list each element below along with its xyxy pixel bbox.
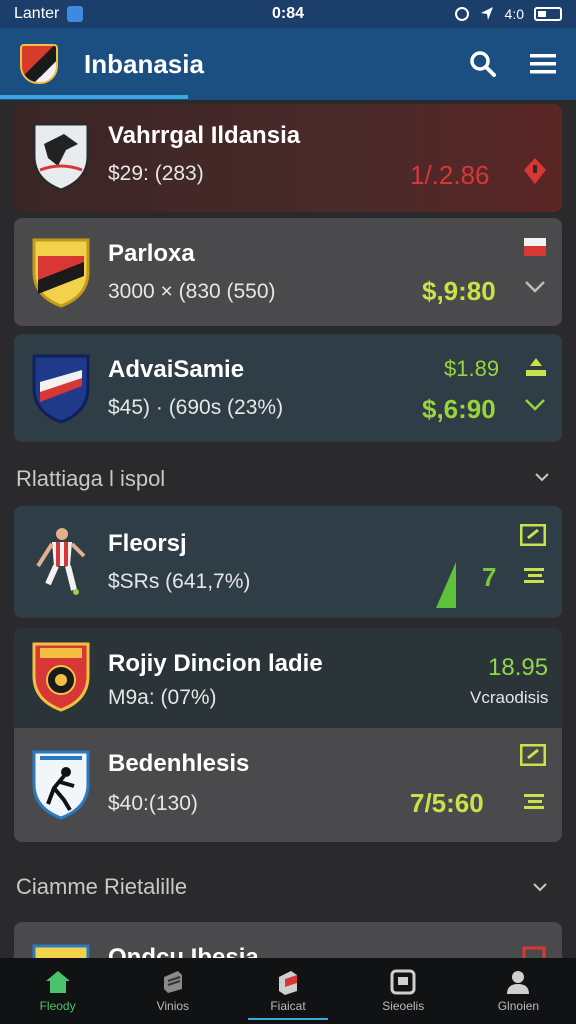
team-odds: $45) · (690s (23%) bbox=[108, 396, 284, 419]
team-odds: M9a: (07%) bbox=[108, 686, 217, 709]
list-item[interactable]: Rojiy Dincion ladie M9a: (07%) 18.95 Vcr… bbox=[14, 628, 562, 728]
box-icon bbox=[279, 971, 297, 995]
team-crest-icon bbox=[32, 750, 90, 820]
nav-label: Glnoien bbox=[497, 999, 540, 1013]
odds-value: $,9:80 bbox=[422, 276, 496, 306]
team-odds: $29: (283) bbox=[108, 162, 204, 185]
odds-value: 7 bbox=[482, 562, 497, 592]
nav-item-profile[interactable]: Glnoien bbox=[461, 958, 576, 1024]
search-button[interactable] bbox=[468, 49, 498, 79]
navigation-arrow-icon bbox=[480, 7, 493, 20]
home-icon bbox=[45, 971, 70, 993]
signal-text: 4:0 bbox=[504, 6, 524, 22]
list-item[interactable]: Bedenhlesis $40:(130) 7/5:60 bbox=[14, 728, 562, 842]
odds-value: $,6:90 bbox=[422, 394, 496, 424]
header-actions bbox=[468, 49, 558, 79]
chevron-down-icon[interactable] bbox=[524, 280, 546, 294]
nav-indicator bbox=[248, 1018, 328, 1020]
status-bar: Lanter 0:84 4:0 bbox=[0, 0, 576, 28]
list-icon[interactable] bbox=[524, 794, 544, 810]
flag-icon[interactable] bbox=[524, 238, 546, 256]
odds-note: Vcraodisis bbox=[470, 688, 549, 707]
bookmark-icon[interactable] bbox=[522, 944, 546, 958]
match-list[interactable]: Vahrrgal Ildansia $29: (283) 1/.2.86 Par… bbox=[0, 100, 576, 958]
window-icon bbox=[390, 969, 416, 995]
carrier-badge-icon bbox=[67, 6, 84, 22]
team-name: Vahrrgal Ildansia bbox=[108, 122, 301, 149]
nav-item-videos[interactable]: Vinios bbox=[115, 958, 230, 1024]
tab-indicator bbox=[0, 95, 188, 99]
team-crest-icon bbox=[32, 642, 90, 712]
chart-up-icon[interactable] bbox=[524, 356, 548, 378]
team-name: Ondcu Ibesia bbox=[108, 944, 259, 958]
edit-icon[interactable] bbox=[520, 744, 546, 766]
player-icon bbox=[36, 528, 86, 595]
team-crest-icon bbox=[32, 944, 90, 958]
search-icon bbox=[470, 51, 496, 77]
trend-up-icon bbox=[436, 562, 456, 608]
carrier: Lanter bbox=[14, 5, 84, 23]
list-item[interactable]: Vahrrgal Ildansia $29: (283) 1/.2.86 bbox=[14, 104, 562, 212]
app-logo bbox=[20, 44, 58, 84]
team-crest-icon bbox=[32, 238, 90, 308]
edit-icon[interactable] bbox=[520, 524, 546, 546]
menu-icon bbox=[530, 54, 556, 74]
player-odds: $SRs (641,7%) bbox=[108, 570, 251, 593]
chevron-down-icon[interactable] bbox=[534, 472, 550, 482]
team-name: AdvaiSamie bbox=[108, 356, 245, 383]
list-item[interactable]: Fleorsj $SRs (641,7%) 7 bbox=[14, 506, 562, 618]
user-icon bbox=[507, 971, 530, 994]
team-name: Rojiy Dincion ladie bbox=[108, 650, 323, 677]
team-crest-icon bbox=[32, 354, 90, 424]
app-title: Inbanasia bbox=[84, 48, 204, 79]
carrier-label: Lanter bbox=[14, 5, 60, 22]
nav-label: Fiaicat bbox=[270, 999, 306, 1013]
chevron-down-icon[interactable] bbox=[524, 398, 546, 412]
nav-item-settings[interactable]: Sieoelis bbox=[346, 958, 461, 1024]
list-item[interactable]: Parloxa 3000 × (830 (550) $,9:80 bbox=[14, 218, 562, 326]
nav-item-home[interactable]: Fleody bbox=[0, 958, 115, 1024]
location-icon bbox=[454, 7, 469, 21]
cube-icon bbox=[163, 971, 182, 993]
nav-item-store[interactable]: Fiaicat bbox=[230, 958, 345, 1024]
section-header[interactable]: Ciamme Rietalille bbox=[16, 874, 187, 900]
team-crest-icon bbox=[32, 122, 90, 192]
list-item[interactable]: Ondcu Ibesia bbox=[14, 922, 562, 958]
battery-icon bbox=[534, 7, 562, 21]
odds-value: 1/.2.86 bbox=[410, 160, 490, 190]
nav-label: Fleody bbox=[39, 999, 76, 1013]
status-icons: 4:0 bbox=[454, 6, 562, 22]
player-name: Fleorsj bbox=[108, 530, 187, 557]
nav-label: Sieoelis bbox=[382, 999, 425, 1013]
list-icon[interactable] bbox=[524, 568, 544, 584]
alert-diamond-icon[interactable] bbox=[522, 156, 548, 186]
nav-label: Vinios bbox=[156, 999, 190, 1013]
odds-value: 7/5:60 bbox=[410, 788, 484, 818]
list-item[interactable]: AdvaiSamie $45) · (690s (23%) $1.89 $,6:… bbox=[14, 334, 562, 442]
team-name: Parloxa bbox=[108, 240, 195, 267]
chevron-down-icon[interactable] bbox=[532, 882, 548, 892]
status-time: 0:84 bbox=[271, 5, 305, 22]
menu-button[interactable] bbox=[528, 49, 558, 79]
team-odds: 3000 × (830 (550) bbox=[108, 280, 276, 303]
app-header: Inbanasia bbox=[0, 28, 576, 100]
team-name: Bedenhlesis bbox=[108, 750, 250, 777]
odds-value-top: $1.89 bbox=[444, 356, 500, 381]
team-odds: $40:(130) bbox=[108, 792, 198, 815]
section-header[interactable]: Rlattiaga l ispol bbox=[16, 466, 165, 492]
odds-value: 18.95 bbox=[488, 654, 549, 681]
bottom-nav: Fleody Vinios Fiaicat Sieoelis Glnoien bbox=[0, 958, 576, 1024]
